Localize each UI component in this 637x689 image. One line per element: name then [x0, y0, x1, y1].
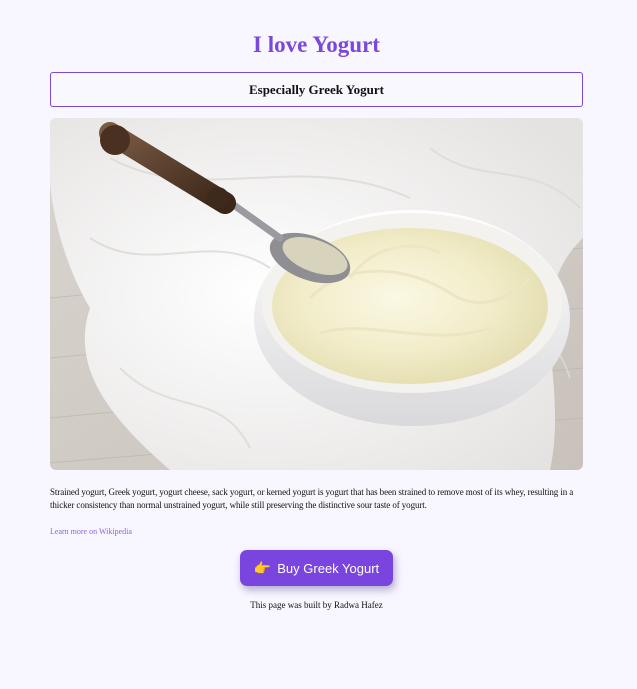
footer-credit: This page was built by Radwa Hafez — [250, 600, 383, 610]
yogurt-photo — [50, 118, 583, 470]
subtitle-box: Especially Greek Yogurt — [50, 72, 583, 107]
button-wrapper: 👉 Buy Greek Yogurt — [50, 550, 583, 586]
pointing-hand-icon: 👉 — [253, 560, 272, 576]
wikipedia-link[interactable]: Learn more on Wikipedia — [50, 527, 132, 536]
page-title: I love Yogurt — [253, 32, 380, 57]
page-container: I love Yogurt Especially Greek Yogurt St… — [50, 0, 583, 610]
subtitle-text: Especially Greek Yogurt — [248, 81, 385, 97]
buy-button-label: Buy Greek Yogurt — [277, 560, 380, 576]
buy-greek-yogurt-button[interactable]: 👉 Buy Greek Yogurt — [239, 550, 394, 586]
description-text: Strained yogurt, Greek yogurt, yogurt ch… — [50, 487, 574, 510]
